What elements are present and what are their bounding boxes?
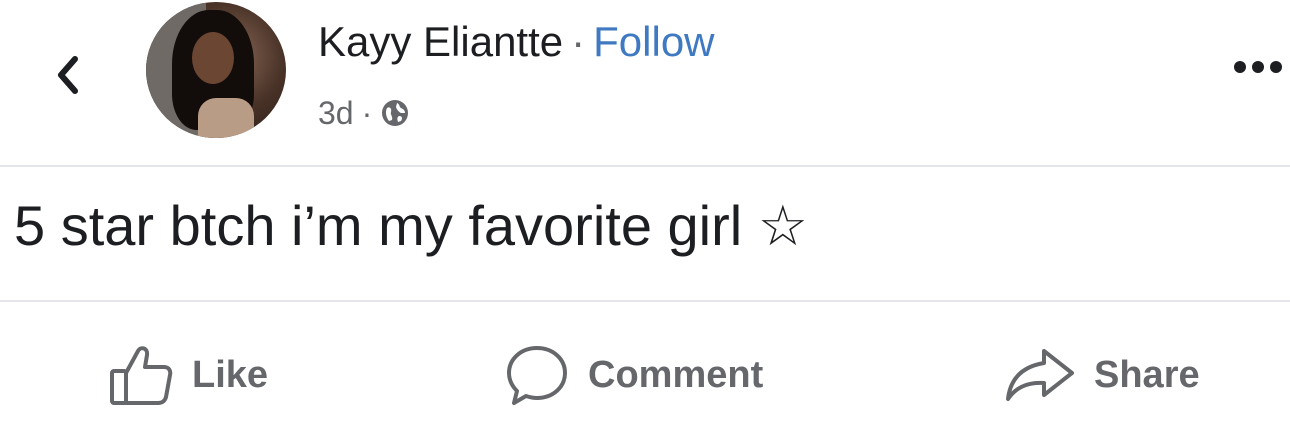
more-dots-icon bbox=[1234, 61, 1282, 73]
avatar-clothing bbox=[198, 98, 254, 138]
more-options-button[interactable] bbox=[1232, 52, 1284, 82]
follow-link[interactable]: Follow bbox=[593, 18, 714, 65]
share-label: Share bbox=[1094, 353, 1200, 396]
name-separator: · bbox=[571, 18, 586, 65]
meta-separator: · bbox=[361, 95, 373, 131]
avatar-face bbox=[192, 32, 234, 84]
post-header-name-line: Kayy Eliantte · Follow bbox=[318, 14, 715, 70]
thumbs-up-icon bbox=[108, 343, 174, 407]
like-button[interactable]: Like bbox=[108, 340, 268, 410]
post-text: 5 star btch i’m my favorite girl ☆ bbox=[14, 194, 808, 257]
comment-button[interactable]: Comment bbox=[504, 340, 763, 410]
share-arrow-icon bbox=[1004, 347, 1076, 403]
author-name[interactable]: Kayy Eliantte bbox=[318, 18, 563, 65]
actions-divider bbox=[0, 300, 1290, 302]
globe-icon[interactable] bbox=[380, 98, 410, 128]
avatar[interactable] bbox=[146, 2, 286, 138]
like-label: Like bbox=[192, 353, 269, 396]
comment-label: Comment bbox=[588, 353, 764, 396]
header-divider bbox=[0, 165, 1290, 167]
post-meta: 3d · bbox=[318, 90, 410, 136]
post-actions: Like Comment Share bbox=[0, 340, 1290, 410]
back-button[interactable] bbox=[48, 50, 88, 100]
share-button[interactable]: Share bbox=[1004, 340, 1200, 410]
post-timestamp[interactable]: 3d bbox=[318, 90, 354, 136]
comment-bubble-icon bbox=[504, 342, 570, 408]
chevron-left-icon bbox=[58, 56, 78, 94]
